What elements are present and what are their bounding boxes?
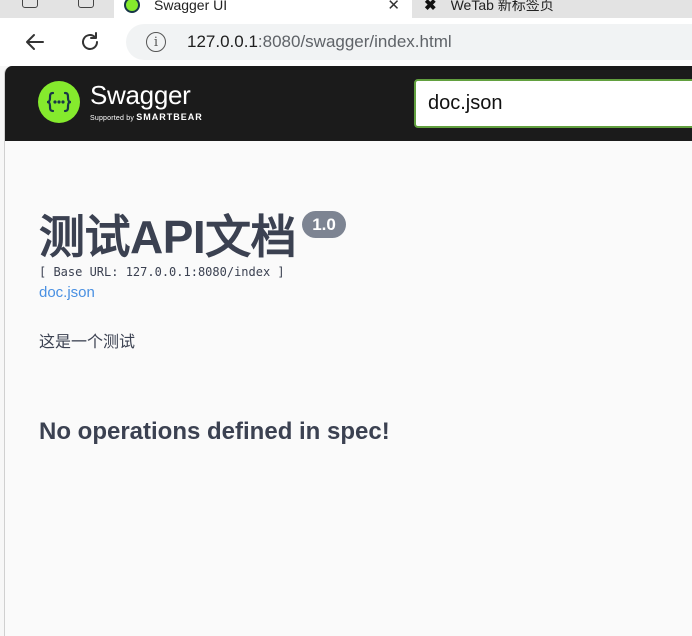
- workspaces-icon[interactable]: [22, 0, 38, 8]
- tab-actions-icon[interactable]: [78, 0, 94, 8]
- logo-tagline: Supported by SMARTBEAR: [90, 113, 203, 123]
- browser-nav-bar: i 127.0.0.1:8080/swagger/index.html: [0, 18, 692, 66]
- refresh-icon: [82, 32, 98, 50]
- browser-tab-strip: Swagger UI ✕ ✖ WeTab 新标签页: [0, 0, 692, 18]
- arrow-left-icon: [26, 34, 44, 50]
- spec-url-input[interactable]: doc.json: [414, 79, 692, 128]
- swagger-topbar: Swagger Supported by SMARTBEAR doc.json: [5, 66, 692, 141]
- api-description: 这是一个测试: [39, 334, 136, 351]
- tab-wetab[interactable]: ✖ WeTab 新标签页: [414, 0, 692, 18]
- close-tab-icon[interactable]: ✕: [387, 0, 400, 14]
- back-button[interactable]: [19, 26, 51, 58]
- api-title: 测试API文档: [39, 211, 297, 263]
- url-host: 127.0.0.1: [187, 32, 258, 51]
- base-url: [ Base URL: 127.0.0.1:8080/index ]: [39, 265, 285, 279]
- swagger-favicon-icon: [124, 0, 140, 13]
- title-row: 测试API文档 1.0: [39, 211, 346, 263]
- swagger-logo-icon: [38, 81, 80, 123]
- version-badge: 1.0: [302, 211, 346, 238]
- api-info: 测试API文档 1.0 [ Base URL: 127.0.0.1:8080/i…: [39, 211, 346, 352]
- reload-button[interactable]: [74, 26, 106, 58]
- wetab-favicon-icon: ✖: [424, 0, 437, 14]
- no-operations-message: No operations defined in spec!: [39, 418, 390, 445]
- logo-wordmark: Swagger: [90, 80, 191, 110]
- tab-title: Swagger UI: [154, 0, 228, 13]
- tab-swagger-ui[interactable]: Swagger UI ✕: [114, 0, 412, 18]
- spec-json-link[interactable]: doc.json: [39, 284, 346, 301]
- url-text[interactable]: 127.0.0.1:8080/swagger/index.html: [187, 32, 452, 52]
- address-bar[interactable]: i 127.0.0.1:8080/swagger/index.html: [126, 24, 692, 60]
- url-path: :8080/swagger/index.html: [257, 32, 452, 51]
- tab-title: WeTab 新标签页: [450, 0, 554, 13]
- logo-smartbear: SMARTBEAR: [136, 112, 203, 122]
- site-info-icon[interactable]: i: [146, 32, 166, 52]
- swagger-logo[interactable]: Swagger Supported by SMARTBEAR: [38, 81, 203, 123]
- logo-supported-by: Supported by: [90, 115, 135, 122]
- swagger-page: Swagger Supported by SMARTBEAR doc.json …: [4, 66, 692, 636]
